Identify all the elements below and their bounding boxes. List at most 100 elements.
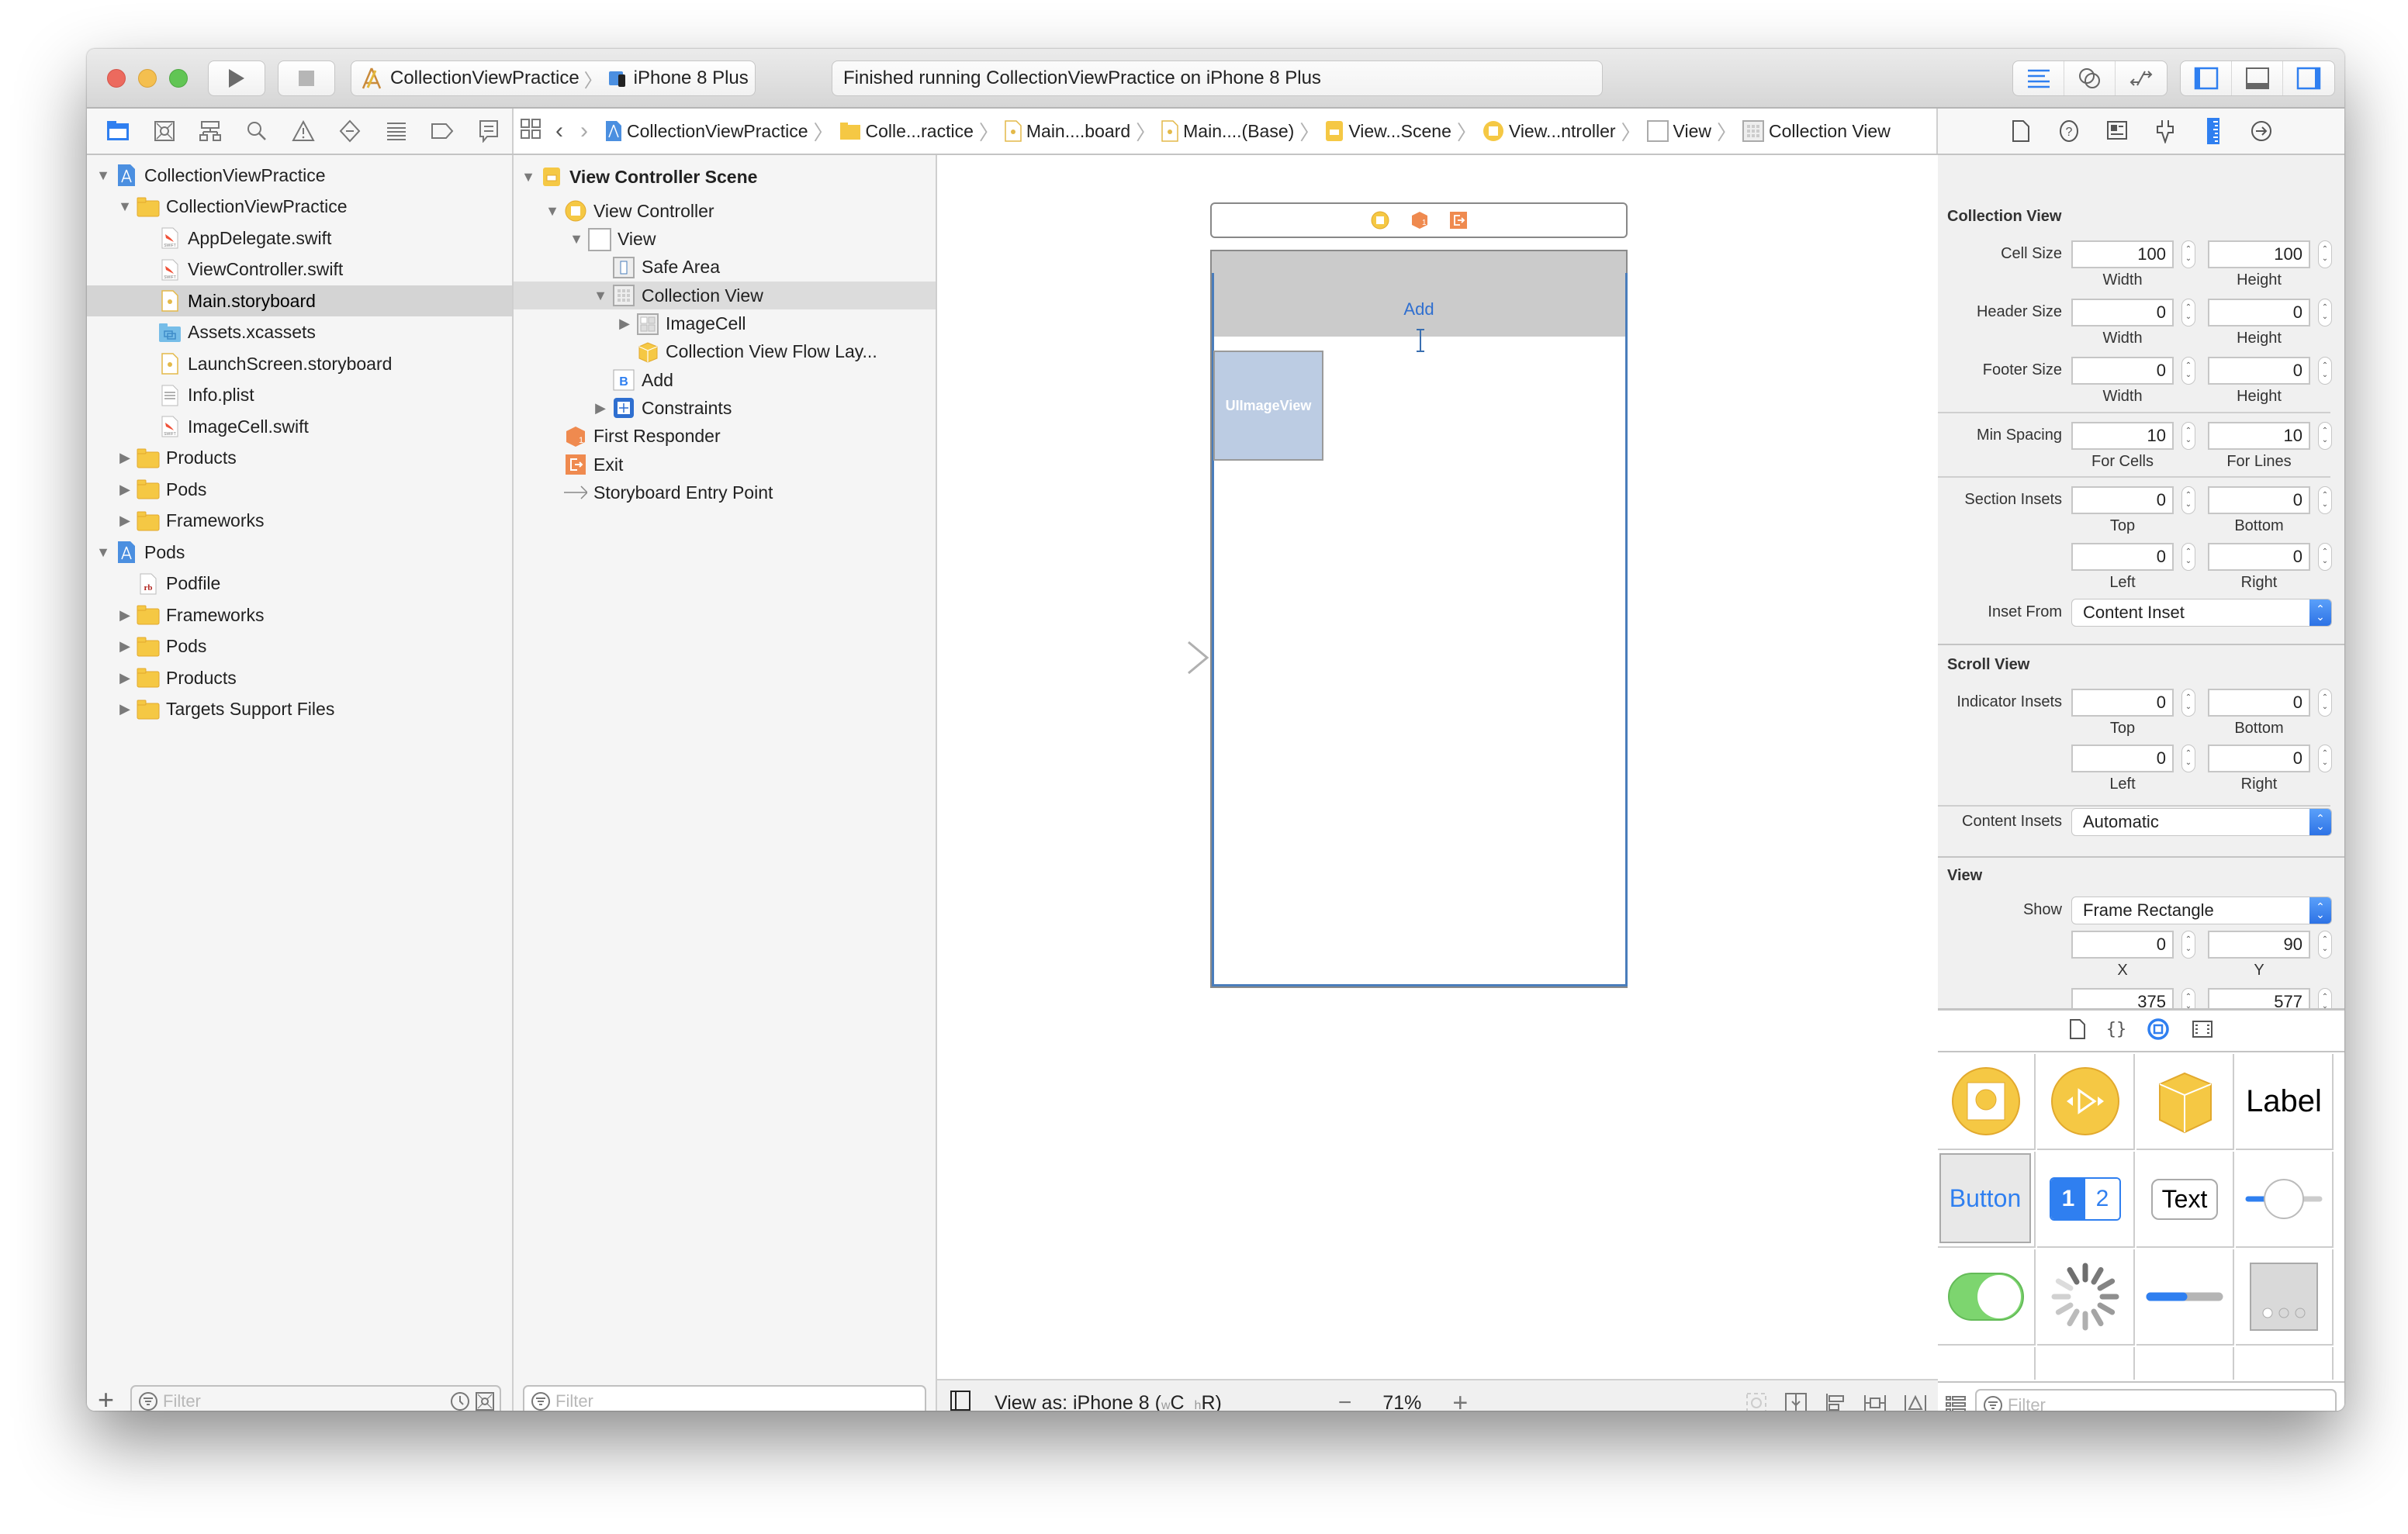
debug-area-toggle-button[interactable] bbox=[2232, 61, 2283, 95]
view-controller-icon[interactable] bbox=[1371, 211, 1389, 230]
recent-files-icon[interactable] bbox=[450, 1391, 470, 1411]
jump-bar-item-group[interactable]: Colle...ractice bbox=[839, 121, 974, 142]
navigator-filter-input[interactable]: Filter bbox=[130, 1385, 501, 1411]
library-item-navigation-player[interactable] bbox=[2037, 1054, 2135, 1150]
header-size-width-field[interactable]: 0 bbox=[2071, 299, 2174, 326]
add-constraints-icon[interactable] bbox=[1863, 1392, 1887, 1411]
navigator-tab-issue[interactable] bbox=[280, 109, 327, 154]
storyboard-entry-arrow-icon[interactable] bbox=[1102, 641, 1210, 675]
show-popup[interactable]: Frame Rectangle ⌃ ⌄ bbox=[2071, 897, 2332, 924]
navigator-item[interactable]: Info.plist bbox=[87, 380, 512, 411]
footer-size-width-field-stepper[interactable]: ⌃ ⌄ bbox=[2181, 357, 2195, 385]
section-insets-lr-left-field-stepper[interactable]: ⌃ ⌄ bbox=[2181, 543, 2195, 571]
exit-icon[interactable] bbox=[1450, 212, 1467, 229]
footer-size-height-field[interactable]: 0 bbox=[2208, 357, 2310, 385]
section-insets-lr-right-field-stepper[interactable]: ⌃ ⌄ bbox=[2318, 543, 2332, 571]
footer-size-width-field[interactable]: 0 bbox=[2071, 357, 2174, 385]
storyboard-canvas[interactable]: 1 Add UIImageView bbox=[937, 155, 1938, 1411]
indicator-insets-bottom-field[interactable]: 0 bbox=[2208, 689, 2310, 717]
section-insets-top-field[interactable]: 0 bbox=[2071, 486, 2174, 514]
disclosure-closed-icon[interactable]: ▶ bbox=[116, 482, 133, 498]
navigator-tab-breakpoint[interactable] bbox=[419, 109, 465, 154]
jump-bar-item-view[interactable]: View bbox=[1646, 120, 1711, 142]
jump-bar-item-storyboard[interactable]: Main....board bbox=[1005, 120, 1130, 142]
disclosure-open-icon[interactable]: ▼ bbox=[116, 199, 133, 215]
view-as-device-button[interactable]: View as: iPhone 8 (wC hR) bbox=[995, 1392, 1222, 1411]
cell-size-width-field[interactable]: 100 bbox=[2071, 240, 2174, 268]
outline-item[interactable]: ▼ View Controller bbox=[514, 197, 936, 225]
navigator-item[interactable]: rb Podfile bbox=[87, 568, 512, 599]
navigator-item[interactable]: Main.storyboard bbox=[87, 285, 512, 316]
outline-filter-input[interactable]: Filter bbox=[523, 1385, 926, 1411]
back-button[interactable]: ‹ bbox=[555, 118, 563, 144]
navigator-tab-debug[interactable] bbox=[373, 109, 420, 154]
cell-size-height-field[interactable]: 100 bbox=[2208, 240, 2310, 268]
media-library-tab[interactable] bbox=[2192, 1020, 2213, 1042]
navigator-item[interactable]: Assets.xcassets bbox=[87, 317, 512, 348]
header-size-width-field-stepper[interactable]: ⌃ ⌄ bbox=[2181, 299, 2195, 326]
disclosure-closed-icon[interactable]: ▶ bbox=[116, 450, 133, 466]
header-size-height-field[interactable]: 0 bbox=[2208, 299, 2310, 326]
section-insets-bottom-field[interactable]: 0 bbox=[2208, 486, 2310, 514]
library-item-partial[interactable] bbox=[2037, 1347, 2135, 1380]
navigator-item[interactable]: ▶ Targets Support Files bbox=[87, 694, 512, 725]
indicator-insets-bottom-field-stepper[interactable]: ⌃ ⌄ bbox=[2318, 689, 2332, 717]
library-item-object[interactable] bbox=[2136, 1054, 2234, 1150]
section-insets-lr-right-field[interactable]: 0 bbox=[2208, 543, 2310, 571]
disclosure-open-icon[interactable]: ▼ bbox=[592, 288, 609, 304]
min-spacing-lines-field[interactable]: 10 bbox=[2208, 422, 2310, 450]
navigator-item[interactable]: ▶ Frameworks bbox=[87, 506, 512, 537]
zoom-out-button[interactable]: − bbox=[1338, 1390, 1352, 1411]
resolve-issues-icon[interactable] bbox=[1904, 1392, 1927, 1411]
library-filter-input[interactable]: Filter bbox=[1975, 1389, 2337, 1411]
outline-item[interactable]: 1 First Responder bbox=[514, 423, 936, 451]
list-view-toggle[interactable] bbox=[1946, 1395, 1966, 1411]
library-item-partial[interactable] bbox=[1938, 1347, 2036, 1380]
view-controller-scene[interactable]: Add UIImageView bbox=[1210, 250, 1628, 988]
outline-item[interactable]: B Add bbox=[514, 366, 936, 394]
disclosure-closed-icon[interactable]: ▶ bbox=[116, 670, 133, 686]
image-cell-image-view[interactable]: UIImageView bbox=[1213, 351, 1323, 461]
min-spacing-cells-field[interactable]: 10 bbox=[2071, 422, 2174, 450]
indicator-insets-lr-left-field[interactable]: 0 bbox=[2071, 745, 2174, 772]
outline-item[interactable]: Exit bbox=[514, 451, 936, 479]
add-button[interactable]: Add bbox=[1212, 299, 1626, 320]
jump-bar-item-project[interactable]: CollectionViewPractice bbox=[605, 120, 808, 142]
navigator-item[interactable]: ▶ Products bbox=[87, 443, 512, 474]
outline-item[interactable]: ▼ Collection View bbox=[514, 282, 936, 310]
related-items-button[interactable] bbox=[520, 118, 541, 144]
assistant-editor-button[interactable] bbox=[2064, 61, 2116, 95]
disclosure-closed-icon[interactable]: ▶ bbox=[592, 400, 609, 416]
navigator-tab-find[interactable] bbox=[234, 109, 280, 154]
jump-bar-item-view-controller[interactable]: View...ntroller bbox=[1483, 120, 1616, 142]
cell-size-height-field-stepper[interactable]: ⌃ ⌄ bbox=[2318, 240, 2332, 268]
version-editor-button[interactable] bbox=[2116, 61, 2167, 95]
attributes-inspector-tab[interactable] bbox=[2153, 117, 2178, 145]
library-item-label[interactable]: Label bbox=[2236, 1054, 2334, 1150]
disclosure-open-icon[interactable]: ▼ bbox=[568, 231, 585, 247]
size-inspector-tab[interactable] bbox=[2201, 117, 2226, 145]
indicator-insets-top-field[interactable]: 0 bbox=[2071, 689, 2174, 717]
navigator-toggle-button[interactable] bbox=[2181, 61, 2232, 95]
file-inspector-tab[interactable] bbox=[2008, 117, 2033, 145]
outline-item[interactable]: Storyboard Entry Point bbox=[514, 479, 936, 506]
navigator-item[interactable]: ▼ CollectionViewPractice bbox=[87, 160, 512, 191]
first-responder-icon[interactable]: 1 bbox=[1411, 211, 1428, 230]
align-icon[interactable] bbox=[1825, 1392, 1846, 1411]
indicator-insets-lr-right-field-stepper[interactable]: ⌃ ⌄ bbox=[2318, 745, 2332, 772]
outline-item[interactable]: Safe Area bbox=[514, 254, 936, 282]
navigator-tab-source-control[interactable] bbox=[141, 109, 188, 154]
outline-item[interactable]: ▼ View bbox=[514, 226, 936, 254]
stop-button[interactable] bbox=[278, 60, 335, 96]
navigator-item[interactable]: ▶ Pods bbox=[87, 474, 512, 505]
navigator-item[interactable]: ▶ Pods bbox=[87, 631, 512, 662]
zoom-window-button[interactable] bbox=[169, 69, 188, 88]
disclosure-closed-icon[interactable]: ▶ bbox=[116, 513, 133, 529]
connections-inspector-tab[interactable] bbox=[2249, 117, 2274, 145]
utilities-toggle-button[interactable] bbox=[2283, 61, 2334, 95]
jump-bar-item-collection-view[interactable]: Collection View bbox=[1742, 120, 1891, 142]
jump-bar-item-base-localization[interactable]: Main....(Base) bbox=[1161, 120, 1294, 142]
min-spacing-cells-field-stepper[interactable]: ⌃ ⌄ bbox=[2181, 422, 2195, 450]
object-library-tab[interactable] bbox=[2147, 1017, 2170, 1045]
close-window-button[interactable] bbox=[107, 69, 126, 88]
